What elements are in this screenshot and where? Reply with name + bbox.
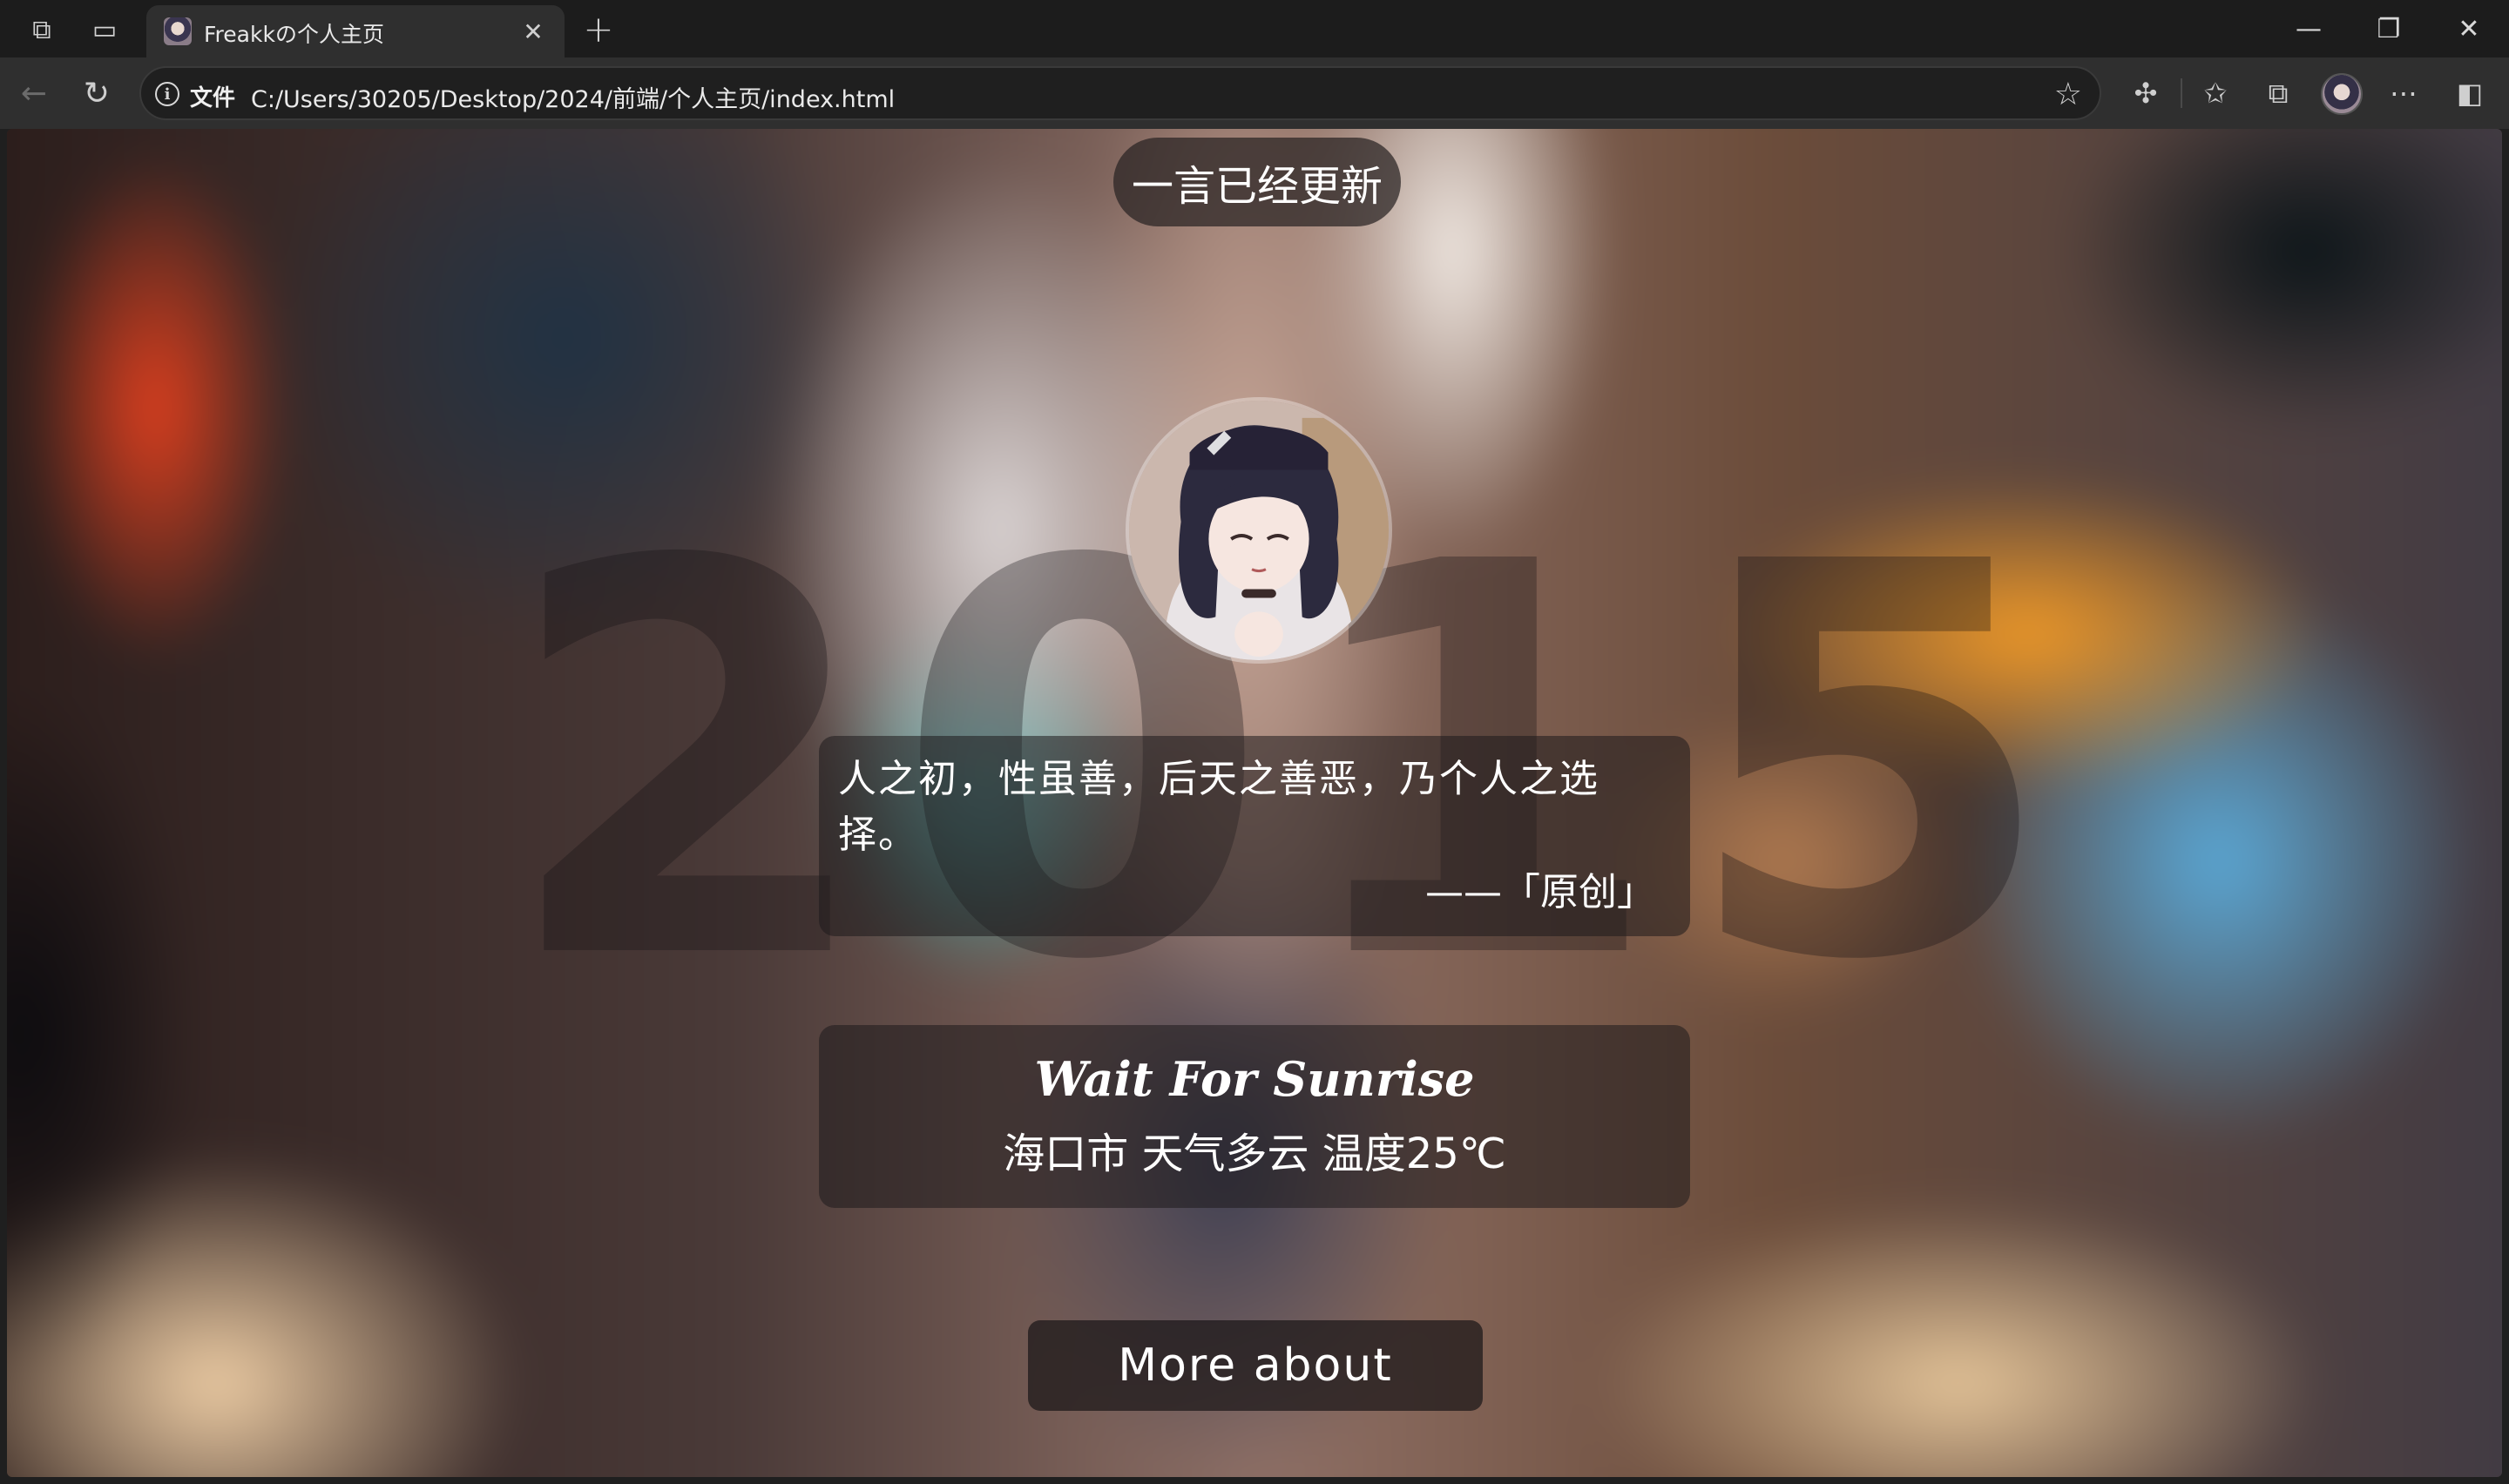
refresh-icon[interactable]: ↻ xyxy=(77,73,117,113)
avatar[interactable] xyxy=(1126,397,1392,664)
tab-active[interactable]: Freakkの个人主页 ✕ xyxy=(146,5,565,57)
toast-notification: 一言已经更新 xyxy=(1113,138,1401,226)
quote-source: ——「原创」 xyxy=(1425,870,1655,914)
browser-toolbar: ← ↻ i 文件 C:/Users/30205/Desktop/2024/前端/… xyxy=(0,57,2509,129)
scheme-label: 文件 xyxy=(190,85,236,111)
weather-info: 海口市 天气多云 温度25℃ xyxy=(1003,1130,1506,1178)
tab-close-icon[interactable]: ✕ xyxy=(516,14,551,49)
browser-title-bar: ⧉ ▭ Freakkの个人主页 ✕ + — ❐ ✕ xyxy=(0,0,2509,57)
quote-card: 人之初，性虽善，后天之善恶，乃个人之选择。 ——「原创」 xyxy=(819,736,1690,936)
profile-avatar[interactable] xyxy=(2321,73,2363,115)
back-arrow-icon[interactable]: ← xyxy=(14,73,54,113)
weather-card: Wait For Sunrise 海口市 天气多云 温度25℃ xyxy=(819,1025,1690,1208)
address-bar[interactable]: i 文件 C:/Users/30205/Desktop/2024/前端/个人主页… xyxy=(139,66,2101,120)
new-tab-icon[interactable]: + xyxy=(578,8,619,51)
collections-icon[interactable]: ⧉ xyxy=(2258,73,2298,113)
workspaces-icon[interactable]: ⧉ xyxy=(23,10,61,49)
info-icon[interactable]: i xyxy=(155,82,179,106)
avatar-portrait-icon xyxy=(1129,401,1389,660)
star-icon[interactable]: ☆ xyxy=(2054,77,2082,112)
puzzle-icon[interactable]: ✣ xyxy=(2126,73,2166,113)
restore-icon[interactable]: ❐ xyxy=(2363,7,2415,51)
favorites-icon[interactable]: ✩ xyxy=(2195,73,2235,113)
url-text[interactable]: C:/Users/30205/Desktop/2024/前端/个人主页/inde… xyxy=(251,80,895,114)
sidebar-icon[interactable]: ◧ xyxy=(2450,73,2490,113)
tab-title: Freakkの个人主页 xyxy=(204,22,384,47)
tab-actions-icon[interactable]: ▭ xyxy=(85,10,124,49)
minimize-icon[interactable]: — xyxy=(2282,7,2335,51)
more-about-button[interactable]: More about xyxy=(1028,1320,1483,1411)
quote-text: 人之初，性虽善，后天之善恶，乃个人之选择。 xyxy=(838,757,1599,857)
tab-favicon-icon xyxy=(164,17,192,45)
weather-title: Wait For Sunrise xyxy=(1034,1051,1475,1107)
more-icon[interactable]: ⋯ xyxy=(2384,73,2424,113)
toolbar-divider xyxy=(2181,78,2182,108)
close-window-icon[interactable]: ✕ xyxy=(2443,7,2495,51)
page-viewport: 2015 一言已经更新 人之初，性虽善，后天之善恶，乃个人之选择。 ——「原创」… xyxy=(7,129,2502,1477)
